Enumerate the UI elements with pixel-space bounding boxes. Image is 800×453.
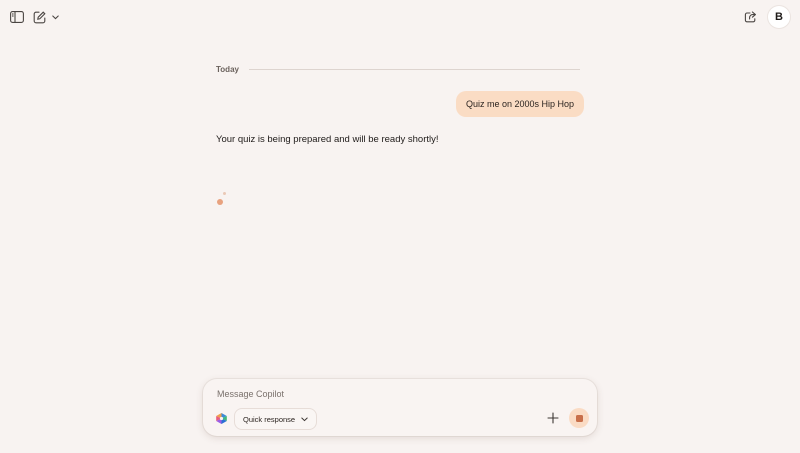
message-composer: Quick response	[203, 379, 597, 436]
message-input[interactable]	[215, 386, 559, 402]
plus-icon[interactable]	[547, 412, 559, 424]
sidebar-toggle-icon[interactable]	[9, 9, 25, 25]
stop-icon	[575, 414, 583, 422]
avatar[interactable]: B	[768, 6, 790, 28]
loading-indicator-dot	[217, 199, 223, 205]
date-label: Today	[216, 64, 239, 74]
loading-indicator-dot	[223, 192, 226, 195]
share-icon[interactable]	[742, 9, 758, 25]
stop-button[interactable]	[569, 408, 589, 428]
chevron-down-icon[interactable]	[50, 12, 60, 22]
divider	[248, 68, 580, 70]
assistant-message: Your quiz is being prepared and will be …	[216, 134, 439, 145]
user-message-bubble: Quiz me on 2000s Hip Hop	[455, 91, 584, 117]
new-chat-icon[interactable]	[31, 9, 47, 25]
response-mode-selector[interactable]: Quick response	[234, 408, 318, 430]
date-separator: Today	[216, 62, 580, 76]
chevron-down-icon	[301, 417, 308, 421]
response-mode-label: Quick response	[243, 414, 296, 424]
copilot-logo-icon	[216, 413, 227, 424]
avatar-initial: B	[775, 11, 783, 23]
